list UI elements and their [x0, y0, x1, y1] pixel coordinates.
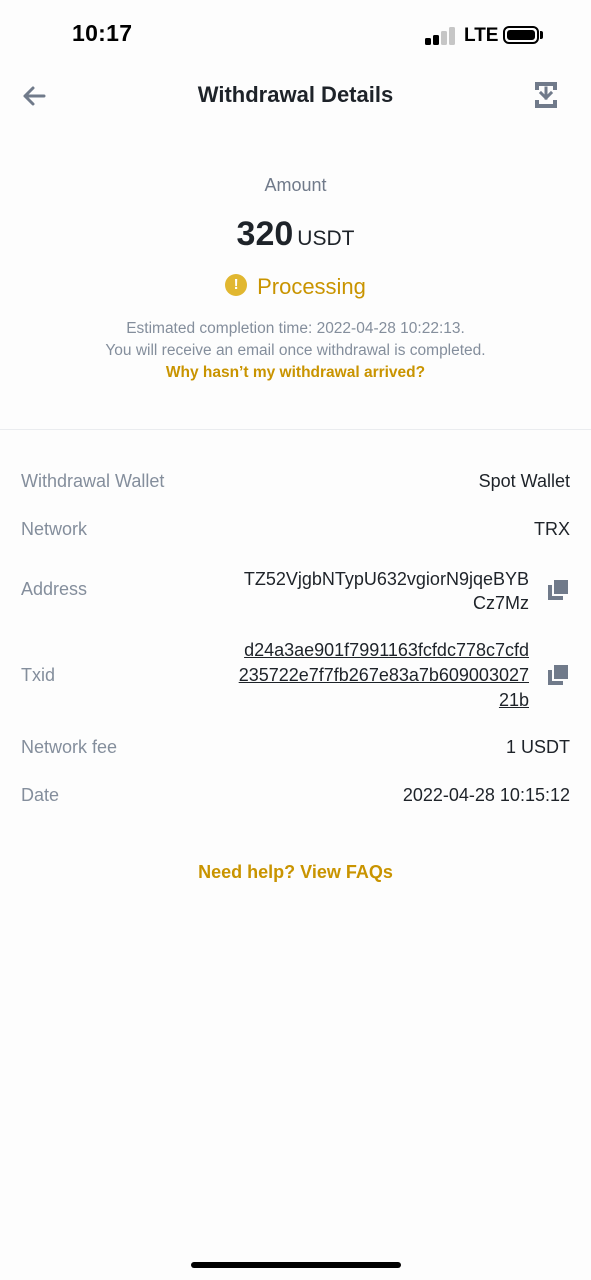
warning-icon: ! [225, 274, 248, 296]
estimate-info: Estimated completion time: 2022-04-28 10… [0, 318, 591, 362]
network-value: TRX [534, 519, 570, 539]
date-value: 2022-04-28 10:15:12 [402, 785, 570, 805]
txid-line-3: 21b [498, 690, 529, 710]
amount-unit: USDT [297, 227, 355, 250]
network-fee-label: Network fee [21, 737, 118, 757]
network-fee-value: 1 USDT [505, 737, 570, 757]
date-label: Date [21, 785, 60, 805]
txid-line-1: d24a3ae901f7991163fcfdc778c7cfd [244, 640, 529, 660]
battery-tip [540, 31, 543, 39]
battery-icon [503, 26, 539, 44]
address-label: Address [21, 579, 88, 599]
why-not-arrived-link[interactable]: Why hasn’t my withdrawal arrived? [0, 364, 591, 382]
copy-address-icon[interactable] [548, 580, 568, 600]
amount-display: 320 USDT [0, 215, 591, 254]
amount-label: Amount [264, 175, 327, 195]
network-label: Network [21, 519, 88, 539]
address-value: TZ52VjgbNTypU632vgiorN9jqeBYB Cz7Mz [244, 567, 529, 615]
txid-line-2: 235722e7f7fb267e83a7b609003027 [238, 665, 529, 685]
network-type: LTE [464, 25, 499, 46]
address-line-2: Cz7Mz [472, 593, 529, 613]
home-indicator [191, 1262, 401, 1268]
header: Withdrawal Details [0, 70, 591, 122]
withdrawal-wallet-value: Spot Wallet [478, 471, 570, 491]
status-indicator: ! Processing [0, 274, 591, 300]
estimate-line-2: You will receive an email once withdrawa… [105, 342, 486, 359]
status-time: 10:17 [72, 20, 133, 46]
page-title: Withdrawal Details [197, 82, 394, 107]
status-text: Processing [257, 274, 366, 299]
divider [0, 429, 591, 430]
signal-strength-icon [425, 25, 459, 45]
withdrawal-details-screen: 10:17 LTE Withdrawal Details Amount 320 U… [0, 0, 591, 1280]
copy-txid-icon[interactable] [548, 665, 568, 685]
txid-link[interactable]: d24a3ae901f7991163fcfdc778c7cfd 235722e7… [239, 638, 529, 713]
txid-label: Txid [21, 665, 56, 685]
amount-value: 320 [236, 215, 294, 253]
view-faqs-link[interactable]: Need help? View FAQs [0, 862, 591, 883]
address-line-1: TZ52VjgbNTypU632vgiorN9jqeBYB [243, 569, 529, 589]
estimate-line-1: Estimated completion time: 2022-04-28 10… [126, 320, 465, 337]
withdrawal-wallet-label: Withdrawal Wallet [21, 471, 165, 491]
download-share-icon[interactable] [532, 80, 560, 110]
status-bar: 10:17 LTE [0, 0, 591, 70]
